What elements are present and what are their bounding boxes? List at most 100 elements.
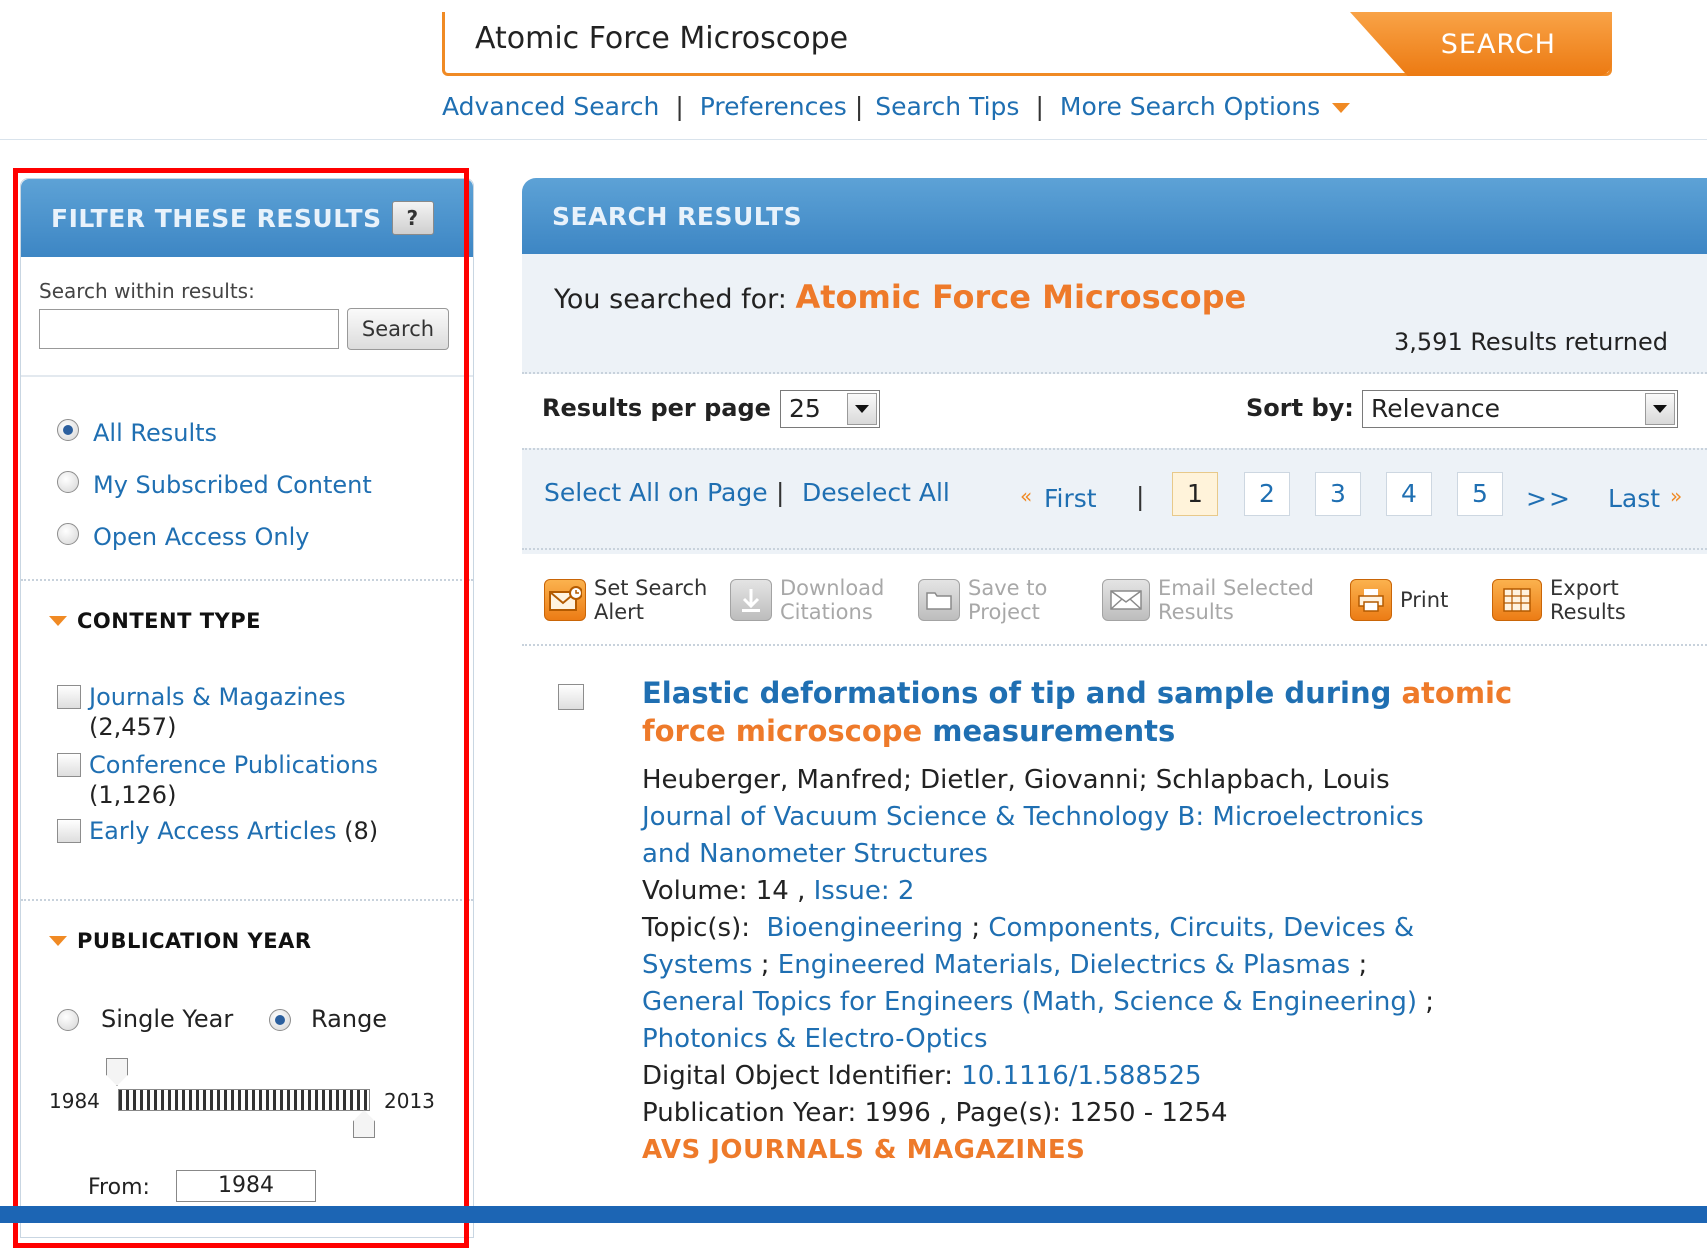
divider <box>21 899 473 901</box>
result-title-link[interactable]: Elastic deformations of tip and sample d… <box>642 674 1542 750</box>
checkbox-early-access[interactable] <box>57 819 81 843</box>
save-to-project-button[interactable]: Save to Project <box>918 572 1047 628</box>
email-icon <box>1102 579 1150 621</box>
result-details: Heuberger, Manfred; Dietler, Giovanni; S… <box>642 762 1542 1169</box>
export-results-button[interactable]: Export Results <box>1492 572 1626 628</box>
topic-link[interactable]: General Topics for Engineers (Math, Scie… <box>642 987 1417 1017</box>
results-panel: SEARCH RESULTS You searched for: Atomic … <box>522 178 1707 1238</box>
sort-by-select[interactable]: Relevance <box>1362 390 1678 428</box>
preferences-link[interactable]: Preferences <box>700 92 847 121</box>
conference-filter: Conference Publications <box>89 751 378 779</box>
download-citations-button[interactable]: Download Citations <box>730 572 884 628</box>
early-access-filter: Early Access Articles (8) <box>89 817 378 845</box>
topic-link[interactable]: Engineered Materials, Dielectrics & Plas… <box>778 950 1350 980</box>
content-type-heading[interactable]: CONTENT TYPE <box>49 609 261 633</box>
header-divider <box>0 139 1707 140</box>
collapse-triangle-icon[interactable] <box>49 936 67 946</box>
search-within-input[interactable] <box>39 309 339 349</box>
range-label[interactable]: Range <box>311 1005 387 1033</box>
divider <box>21 375 473 377</box>
select-all-link[interactable]: Select All on Page <box>544 478 768 507</box>
radio-range[interactable] <box>269 1009 291 1031</box>
next-pages-link[interactable]: >> <box>1526 484 1572 513</box>
title-highlight: atomic <box>1401 676 1513 710</box>
main-search-input[interactable] <box>473 18 1357 60</box>
title-text: Elastic deformations of tip and sample d… <box>642 676 1402 710</box>
chevron-down-icon[interactable] <box>1332 103 1351 113</box>
single-year-label[interactable]: Single Year <box>101 1005 233 1033</box>
results-per-page-label: Results per page <box>542 394 771 422</box>
radio-all-results[interactable] <box>57 419 79 441</box>
results-per-page-select[interactable]: 25 <box>780 390 880 428</box>
radio-open-access[interactable] <box>57 523 79 545</box>
topic-separator: ; <box>760 950 770 980</box>
results-panel-header: SEARCH RESULTS <box>522 178 1707 254</box>
deselect-all-link[interactable]: Deselect All <box>802 478 950 507</box>
publication-year-title: PUBLICATION YEAR <box>77 929 312 953</box>
results-panel-title: SEARCH RESULTS <box>552 201 803 231</box>
export-icon <box>1492 579 1542 621</box>
search-within-label: Search within results: <box>39 279 255 303</box>
result-authors: Heuberger, Manfred; Dietler, Giovanni; S… <box>642 765 1390 795</box>
doi-link[interactable]: 10.1116/1.588525 <box>961 1061 1201 1091</box>
from-year-input[interactable]: 1984 <box>176 1170 316 1202</box>
topic-link[interactable]: Systems <box>642 950 753 980</box>
issue-link[interactable]: Issue: 2 <box>814 876 915 906</box>
sort-by-value: Relevance <box>1371 394 1501 423</box>
download-icon <box>730 579 772 621</box>
dropdown-arrow-icon[interactable] <box>1645 393 1675 425</box>
checkbox-journals[interactable] <box>57 685 81 709</box>
subscribed-content-label[interactable]: My Subscribed Content <box>93 471 372 499</box>
bottom-bar <box>0 1206 1707 1223</box>
search-button[interactable]: SEARCH <box>1350 12 1612 76</box>
last-arrow-icon: » <box>1670 484 1683 508</box>
search-tips-link[interactable]: Search Tips <box>875 92 1019 121</box>
more-search-options-link[interactable]: More Search Options <box>1060 92 1320 121</box>
radio-single-year[interactable] <box>57 1009 79 1031</box>
radio-subscribed-content[interactable] <box>57 471 79 493</box>
result-topics: Systems ; Engineered Materials, Dielectr… <box>642 947 1542 984</box>
open-access-label[interactable]: Open Access Only <box>93 523 310 551</box>
topic-link[interactable]: Bioengineering <box>767 913 964 943</box>
filter-panel: FILTER THESE RESULTS ? Search within res… <box>20 178 474 1238</box>
title-highlight: force microscope <box>642 714 923 748</box>
help-icon[interactable]: ? <box>391 201 434 235</box>
divider <box>522 548 1707 550</box>
page-3-button[interactable]: 3 <box>1315 472 1361 516</box>
result-topics: General Topics for Engineers (Math, Scie… <box>642 984 1542 1021</box>
topic-separator: ; <box>1425 987 1435 1017</box>
first-page-link[interactable]: First <box>1044 484 1097 513</box>
result-journal-link[interactable]: and Nanometer Structures <box>642 836 1542 873</box>
tool-label-line1: Email Selected <box>1158 576 1314 600</box>
tool-label-line1: Set Search <box>594 576 708 600</box>
set-search-alert-button[interactable]: Set Search Alert <box>544 572 707 628</box>
search-within-button[interactable]: Search <box>347 308 449 350</box>
publication-year-heading[interactable]: PUBLICATION YEAR <box>49 929 312 953</box>
page-4-button[interactable]: 4 <box>1386 472 1432 516</box>
result-select-checkbox[interactable] <box>558 684 584 710</box>
email-selected-results-button[interactable]: Email Selected Results <box>1102 572 1314 628</box>
checkbox-conference[interactable] <box>57 753 81 777</box>
tool-label-line2: Project <box>968 600 1040 624</box>
dropdown-arrow-icon[interactable] <box>847 393 877 425</box>
all-results-label[interactable]: All Results <box>93 419 217 447</box>
early-access-label[interactable]: Early Access Articles <box>89 817 337 845</box>
page-5-button[interactable]: 5 <box>1457 472 1503 516</box>
advanced-search-link[interactable]: Advanced Search <box>442 92 659 121</box>
page-2-button[interactable]: 2 <box>1244 472 1290 516</box>
conference-label[interactable]: Conference Publications <box>89 751 378 779</box>
topic-link[interactable]: Photonics & Electro-Optics <box>642 1021 1542 1058</box>
print-button[interactable]: Print <box>1350 572 1448 628</box>
result-doi: Digital Object Identifier: 10.1116/1.588… <box>642 1058 1542 1095</box>
collapse-triangle-icon[interactable] <box>49 616 67 626</box>
journals-label[interactable]: Journals & Magazines <box>89 683 346 711</box>
result-year-pages: Publication Year: 1996 , Page(s): 1250 -… <box>642 1098 1228 1128</box>
last-page-link[interactable]: Last <box>1608 484 1660 513</box>
page-1-button[interactable]: 1 <box>1172 472 1218 516</box>
topic-link[interactable]: Components, Circuits, Devices & <box>988 913 1414 943</box>
result-journal-link[interactable]: Journal of Vacuum Science & Technology B… <box>642 799 1542 836</box>
tool-label-line2: Results <box>1550 600 1626 624</box>
year-range-slider[interactable] <box>118 1089 370 1111</box>
print-icon <box>1350 579 1392 621</box>
mail-clock-icon <box>544 579 586 621</box>
